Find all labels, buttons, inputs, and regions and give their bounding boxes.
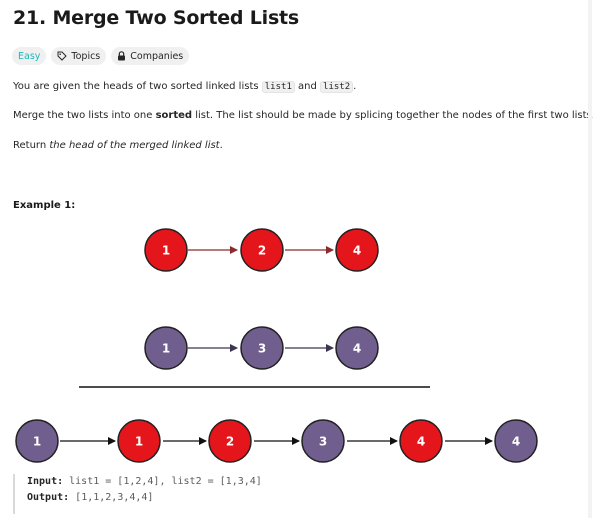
bold-sorted: sorted bbox=[155, 110, 193, 121]
lock-icon bbox=[117, 51, 126, 61]
example-heading: Example 1: bbox=[13, 200, 76, 211]
list1-node: 1 bbox=[144, 228, 188, 272]
difficulty-badge[interactable]: Easy bbox=[12, 47, 47, 65]
input-label: Input: bbox=[27, 476, 64, 487]
list2-node: 4 bbox=[335, 326, 379, 370]
text: list. The list should be made by splicin… bbox=[192, 110, 593, 121]
list1-node: 2 bbox=[240, 228, 284, 272]
node-value: 4 bbox=[417, 435, 425, 449]
list2-node: 3 bbox=[240, 326, 284, 370]
node-value: 1 bbox=[135, 435, 143, 449]
merged-node: 4 bbox=[399, 419, 443, 463]
node-value: 3 bbox=[319, 435, 327, 449]
companies-label: Companies bbox=[130, 50, 184, 62]
list1-node: 4 bbox=[335, 228, 379, 272]
node-value: 4 bbox=[512, 435, 520, 449]
node-value: 2 bbox=[226, 435, 234, 449]
list2-node: 1 bbox=[144, 326, 188, 370]
output-label: Output: bbox=[27, 492, 70, 503]
node-value: 3 bbox=[258, 342, 266, 356]
example-output: Output: [1,1,2,3,4,4] bbox=[27, 490, 573, 506]
italic-head: the head of the merged linked list bbox=[49, 140, 220, 151]
merged-node: 4 bbox=[494, 419, 538, 463]
node-value: 2 bbox=[258, 244, 266, 258]
example-io: Input: list1 = [1,2,4], list2 = [1,3,4] … bbox=[13, 474, 573, 514]
input-value: list1 = [1,2,4], list2 = [1,3,4] bbox=[63, 476, 262, 487]
text: . bbox=[219, 140, 223, 151]
tag-icon bbox=[57, 51, 68, 61]
merged-node: 1 bbox=[117, 419, 161, 463]
merged-node: 1 bbox=[15, 419, 59, 463]
node-value: 1 bbox=[162, 244, 170, 258]
difficulty-label: Easy bbox=[18, 50, 41, 62]
code-list1: list1 bbox=[261, 81, 295, 93]
scrollbar[interactable] bbox=[588, 0, 592, 518]
merged-node: 3 bbox=[301, 419, 345, 463]
example-input: Input: list1 = [1,2,4], list2 = [1,3,4] bbox=[27, 474, 573, 490]
code-list2: list2 bbox=[320, 81, 354, 93]
topics-button[interactable]: Topics bbox=[51, 47, 107, 65]
description-heads: You are given the heads of two sorted li… bbox=[13, 81, 357, 93]
output-value: [1,1,2,3,4,4] bbox=[69, 492, 154, 503]
merge-diagram: 1 2 4 1 3 4 1 1 2 3 4 4 bbox=[15, 228, 538, 463]
companies-button[interactable]: Companies bbox=[111, 47, 190, 65]
description-merge: Merge the two lists into one sorted list… bbox=[13, 110, 593, 121]
text: You are given the heads of two sorted li… bbox=[13, 81, 262, 92]
node-value: 1 bbox=[33, 435, 41, 449]
text: . bbox=[353, 81, 357, 92]
text: Return bbox=[13, 140, 50, 151]
description-return: Return the head of the merged linked lis… bbox=[13, 140, 223, 151]
topics-label: Topics bbox=[71, 50, 101, 62]
node-value: 4 bbox=[353, 244, 361, 258]
text: Merge the two lists into one bbox=[13, 110, 156, 121]
node-value: 4 bbox=[353, 342, 361, 356]
problem-title: 21. Merge Two Sorted Lists bbox=[13, 7, 300, 29]
merged-node: 2 bbox=[208, 419, 252, 463]
text: and bbox=[294, 81, 321, 92]
node-value: 1 bbox=[162, 342, 170, 356]
problem-tags: Easy Topics Companies bbox=[12, 47, 190, 65]
